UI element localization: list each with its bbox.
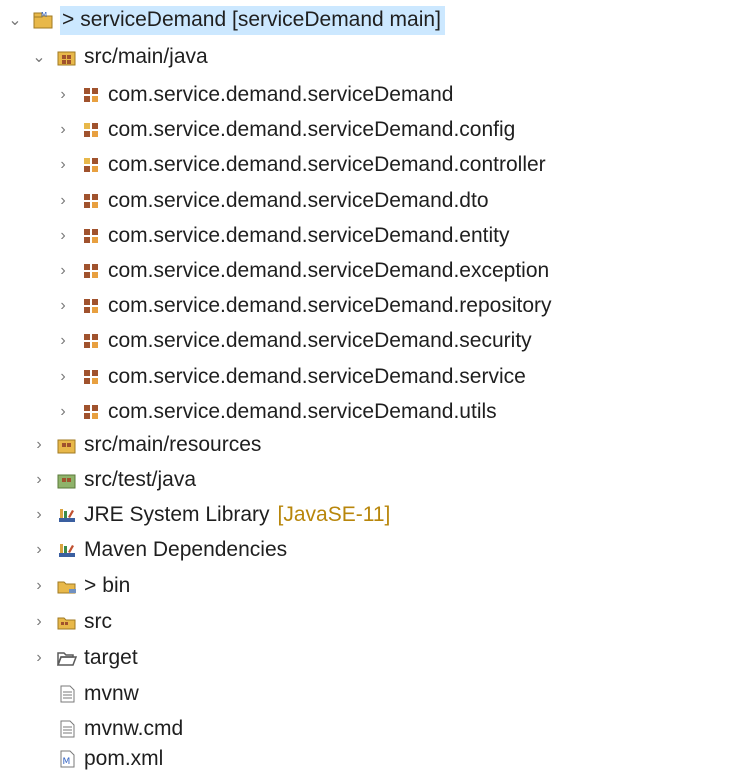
file-icon xyxy=(56,683,78,705)
package-label: com.service.demand.serviceDemand.service xyxy=(108,364,526,388)
chevron-right-icon[interactable]: › xyxy=(56,331,70,351)
svg-text:M: M xyxy=(63,757,71,767)
package-icon xyxy=(80,154,102,176)
jre-label: JRE System Library [JavaSE-11] xyxy=(84,503,391,526)
library-icon xyxy=(56,539,78,561)
package-label: com.service.demand.serviceDemand.config xyxy=(108,118,516,142)
src-main-resources-label: src/main/resources xyxy=(84,433,262,456)
package-icon xyxy=(80,295,102,317)
folder-icon xyxy=(56,575,78,597)
tree-item-src-test-java[interactable]: › src/test/java xyxy=(32,463,196,497)
chevron-right-icon[interactable]: › xyxy=(32,612,46,632)
tree-item-package[interactable]: › com.service.demand.serviceDemand xyxy=(56,78,453,112)
package-icon xyxy=(80,119,102,141)
chevron-right-icon[interactable]: › xyxy=(56,120,70,140)
maven-dependencies-label: Maven Dependencies xyxy=(84,538,288,561)
package-icon xyxy=(80,260,102,282)
src-test-java-label: src/test/java xyxy=(84,468,197,491)
package-label: com.service.demand.serviceDemand.reposit… xyxy=(108,294,552,318)
tree-item-package[interactable]: › com.service.demand.serviceDemand.except… xyxy=(56,254,549,288)
tree-item-target[interactable]: › target xyxy=(32,641,138,675)
folder-open-icon xyxy=(56,647,78,669)
package-label: com.service.demand.serviceDemand.utils xyxy=(108,399,497,423)
source-folder-icon xyxy=(56,469,78,491)
package-label: com.service.demand.serviceDemand.securit… xyxy=(108,329,532,353)
pom-label: pom.xml xyxy=(84,747,164,770)
chevron-right-icon[interactable]: › xyxy=(56,402,70,422)
tree-item-mvnw-cmd[interactable]: mvnw.cmd xyxy=(32,712,183,746)
package-label: com.service.demand.serviceDemand.control… xyxy=(108,153,546,177)
tree-item-package[interactable]: › com.service.demand.serviceDemand.utils xyxy=(56,395,497,429)
maven-project-icon: M xyxy=(32,9,54,31)
src-label: src xyxy=(84,610,112,633)
source-folder-icon xyxy=(56,434,78,456)
tree-item-package[interactable]: › com.service.demand.serviceDemand.contro… xyxy=(56,148,546,182)
folder-icon xyxy=(56,611,78,633)
package-icon xyxy=(80,366,102,388)
tree-item-src[interactable]: › src xyxy=(32,605,112,639)
tree-item-pom[interactable]: M pom.xml xyxy=(32,742,163,776)
chevron-right-icon[interactable]: › xyxy=(32,648,46,668)
tree-item-project[interactable]: ⌄ M > serviceDemand [serviceDemand main] xyxy=(8,3,445,37)
tree-item-package[interactable]: › com.service.demand.serviceDemand.reposi… xyxy=(56,289,552,323)
tree-item-jre[interactable]: › JRE System Library [JavaSE-11] xyxy=(32,498,390,532)
tree-item-package[interactable]: › com.service.demand.serviceDemand.servic… xyxy=(56,360,526,394)
chevron-right-icon[interactable]: › xyxy=(56,191,70,211)
tree-item-src-main-resources[interactable]: › src/main/resources xyxy=(32,428,261,462)
project-label: > serviceDemand [serviceDemand main] xyxy=(60,5,445,35)
chevron-right-icon[interactable]: › xyxy=(56,367,70,387)
tree-item-maven-dependencies[interactable]: › Maven Dependencies xyxy=(32,533,287,567)
tree-item-bin[interactable]: › > bin xyxy=(32,569,130,603)
chevron-right-icon[interactable]: › xyxy=(56,155,70,175)
target-label: target xyxy=(84,646,138,669)
package-icon xyxy=(80,225,102,247)
svg-text:M: M xyxy=(41,11,47,19)
package-label: com.service.demand.serviceDemand.dto xyxy=(108,188,489,212)
chevron-right-icon[interactable]: › xyxy=(56,296,70,316)
package-label: com.service.demand.serviceDemand.entity xyxy=(108,223,510,247)
tree-item-src-main-java[interactable]: ⌄ src/main/java xyxy=(32,40,208,74)
mvnw-cmd-label: mvnw.cmd xyxy=(84,717,184,740)
src-main-java-label: src/main/java xyxy=(84,45,208,68)
package-icon xyxy=(80,84,102,106)
chevron-right-icon[interactable]: › xyxy=(32,540,46,560)
tree-item-package[interactable]: › com.service.demand.serviceDemand.securi… xyxy=(56,324,532,358)
mvnw-label: mvnw xyxy=(84,682,139,705)
chevron-right-icon[interactable]: › xyxy=(56,261,70,281)
tree-item-package[interactable]: › com.service.demand.serviceDemand.config xyxy=(56,113,515,147)
maven-pom-icon: M xyxy=(56,748,78,770)
chevron-right-icon[interactable]: › xyxy=(32,576,46,596)
tree-item-mvnw[interactable]: mvnw xyxy=(32,677,139,711)
package-icon xyxy=(80,401,102,423)
chevron-right-icon[interactable]: › xyxy=(32,470,46,490)
bin-label: > bin xyxy=(84,574,131,597)
chevron-right-icon[interactable]: › xyxy=(56,226,70,246)
package-label: com.service.demand.serviceDemand xyxy=(108,83,454,106)
chevron-down-icon[interactable]: ⌄ xyxy=(8,10,22,30)
package-label: com.service.demand.serviceDemand.excepti… xyxy=(108,259,550,282)
source-folder-icon xyxy=(56,46,78,68)
tree-item-package[interactable]: › com.service.demand.serviceDemand.entity xyxy=(56,219,510,253)
chevron-down-icon[interactable]: ⌄ xyxy=(32,47,46,67)
library-icon xyxy=(56,504,78,526)
chevron-right-icon[interactable]: › xyxy=(32,435,46,455)
chevron-right-icon[interactable]: › xyxy=(32,505,46,525)
file-icon xyxy=(56,718,78,740)
chevron-right-icon[interactable]: › xyxy=(56,85,70,105)
project-explorer-tree: ⌄ M > serviceDemand [serviceDemand main] … xyxy=(0,0,748,774)
package-icon xyxy=(80,190,102,212)
tree-item-package[interactable]: › com.service.demand.serviceDemand.dto xyxy=(56,184,489,218)
package-icon xyxy=(80,330,102,352)
